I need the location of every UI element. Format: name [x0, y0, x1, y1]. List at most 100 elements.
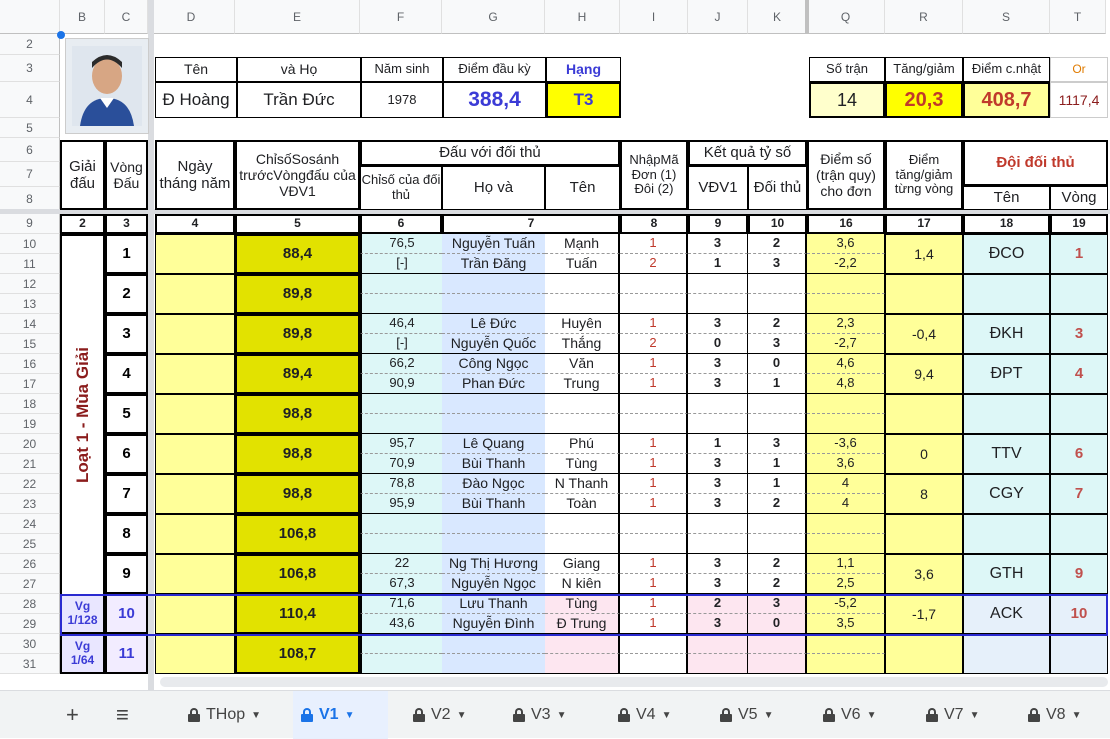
opponent-surname[interactable] — [442, 294, 545, 314]
header-doi-doi-thu[interactable]: Đội đối thủ — [963, 140, 1108, 186]
match-points[interactable]: 4 — [807, 474, 885, 494]
season-label[interactable]: Loạt 1 - Mùa Giải — [60, 234, 105, 596]
label-ten[interactable]: Tên — [155, 57, 237, 82]
row-header-13[interactable]: 13 — [0, 294, 60, 314]
label-diem-cnhat[interactable]: Điểm c.nhật — [963, 57, 1050, 82]
round-number[interactable]: 2 — [105, 274, 148, 314]
opponent-name[interactable]: Tuấn — [545, 254, 620, 274]
opponent-index[interactable]: 43,6 — [360, 614, 442, 634]
sheet-tab-v3[interactable]: V3 ▼ — [505, 691, 574, 739]
column-number-4[interactable]: 4 — [155, 214, 235, 234]
round-change[interactable] — [885, 634, 963, 674]
opponent-surname[interactable]: Phan Đức — [442, 374, 545, 394]
match-points[interactable] — [807, 394, 885, 414]
match-points[interactable]: 3,6 — [807, 454, 885, 474]
row-header-7[interactable]: 7 — [0, 162, 60, 187]
opponent-index[interactable]: 90,9 — [360, 374, 442, 394]
match-points[interactable]: 3,6 — [807, 234, 885, 254]
match-code[interactable]: 1 — [620, 314, 688, 334]
score-opponent[interactable] — [748, 654, 807, 674]
opponent-team-round[interactable] — [1050, 514, 1108, 554]
round-index[interactable]: 89,8 — [235, 274, 360, 314]
sheet-tab-thop[interactable]: THop ▼ — [180, 691, 269, 739]
opponent-surname[interactable]: Nguyễn Quốc — [442, 334, 545, 354]
header-vong-dau[interactable]: Vòng Đấu — [105, 140, 148, 210]
match-code[interactable] — [620, 514, 688, 534]
opponent-name[interactable]: Đ Trung — [545, 614, 620, 634]
opponent-index[interactable]: [-] — [360, 334, 442, 354]
score-opponent[interactable]: 2 — [748, 234, 807, 254]
match-points[interactable]: 1,1 — [807, 554, 885, 574]
score-opponent[interactable] — [748, 394, 807, 414]
opponent-surname[interactable] — [442, 514, 545, 534]
round-date[interactable] — [155, 514, 235, 554]
match-points[interactable] — [807, 514, 885, 534]
round-number[interactable]: 1 — [105, 234, 148, 274]
opponent-team-round[interactable]: 9 — [1050, 554, 1108, 594]
match-points[interactable]: 4 — [807, 494, 885, 514]
match-code[interactable]: 1 — [620, 354, 688, 374]
opponent-team[interactable]: ĐKH — [963, 314, 1050, 354]
round-change[interactable]: -1,7 — [885, 594, 963, 634]
opponent-surname[interactable] — [442, 274, 545, 294]
label-diem-dau-ky[interactable]: Điểm đầu kỳ — [443, 57, 546, 82]
match-code[interactable]: 1 — [620, 494, 688, 514]
column-number-7[interactable]: 7 — [442, 214, 620, 234]
opponent-team[interactable] — [963, 274, 1050, 314]
round-number[interactable]: 10 — [105, 594, 148, 634]
round-number[interactable]: 6 — [105, 434, 148, 474]
opponent-surname[interactable] — [442, 414, 545, 434]
round-change[interactable]: 1,4 — [885, 234, 963, 274]
score-vdv1[interactable]: 3 — [688, 494, 748, 514]
row-header-21[interactable]: 21 — [0, 454, 60, 474]
round-number[interactable]: 9 — [105, 554, 148, 594]
opponent-index[interactable] — [360, 534, 442, 554]
score-vdv1[interactable]: 1 — [688, 434, 748, 454]
label-va-ho[interactable]: và Họ — [237, 57, 361, 82]
opponent-team-round[interactable]: 7 — [1050, 474, 1108, 514]
score-opponent[interactable] — [748, 294, 807, 314]
round-change[interactable] — [885, 274, 963, 314]
score-opponent[interactable]: 2 — [748, 314, 807, 334]
column-number-2[interactable]: 2 — [60, 214, 105, 234]
row-header-12[interactable]: 12 — [0, 274, 60, 294]
score-vdv1[interactable] — [688, 294, 748, 314]
player-first-name[interactable]: Đ Hoàng — [155, 82, 237, 118]
matches-count[interactable]: 14 — [809, 82, 885, 118]
row-header-31[interactable]: 31 — [0, 654, 60, 674]
opponent-index[interactable]: 76,5 — [360, 234, 442, 254]
opponent-team-round[interactable] — [1050, 634, 1108, 674]
row-header-2[interactable]: 2 — [0, 34, 60, 55]
row-header-29[interactable]: 29 — [0, 614, 60, 634]
score-vdv1[interactable] — [688, 514, 748, 534]
hidden-columns-marker[interactable] — [805, 0, 809, 34]
opponent-name[interactable] — [545, 274, 620, 294]
opponent-team[interactable] — [963, 394, 1050, 434]
opponent-surname[interactable]: Nguyễn Ngọc — [442, 574, 545, 594]
opponent-surname[interactable]: Trần Đăng — [442, 254, 545, 274]
round-date[interactable] — [155, 274, 235, 314]
score-opponent[interactable] — [748, 414, 807, 434]
score-vdv1[interactable]: 3 — [688, 454, 748, 474]
opponent-index[interactable]: 71,6 — [360, 594, 442, 614]
or-value[interactable]: 1117,4 — [1050, 82, 1108, 118]
opponent-index[interactable] — [360, 294, 442, 314]
opponent-team-round[interactable]: 4 — [1050, 354, 1108, 394]
match-points[interactable]: -5,2 — [807, 594, 885, 614]
opponent-name[interactable]: Tùng — [545, 594, 620, 614]
column-header-C[interactable]: C — [105, 0, 148, 34]
opponent-index[interactable]: 95,9 — [360, 494, 442, 514]
header-team-vong[interactable]: Vòng — [1050, 186, 1108, 210]
row-header-14[interactable]: 14 — [0, 314, 60, 334]
match-points[interactable] — [807, 534, 885, 554]
row-header-17[interactable]: 17 — [0, 374, 60, 394]
opponent-surname[interactable] — [442, 534, 545, 554]
score-opponent[interactable] — [748, 634, 807, 654]
chevron-down-icon[interactable]: ▼ — [1072, 710, 1082, 721]
opponent-surname[interactable] — [442, 394, 545, 414]
score-opponent[interactable]: 2 — [748, 554, 807, 574]
score-vdv1[interactable]: 2 — [688, 594, 748, 614]
column-number-8[interactable]: 8 — [620, 214, 688, 234]
score-vdv1[interactable]: 3 — [688, 574, 748, 594]
row-header-5[interactable]: 5 — [0, 118, 60, 138]
